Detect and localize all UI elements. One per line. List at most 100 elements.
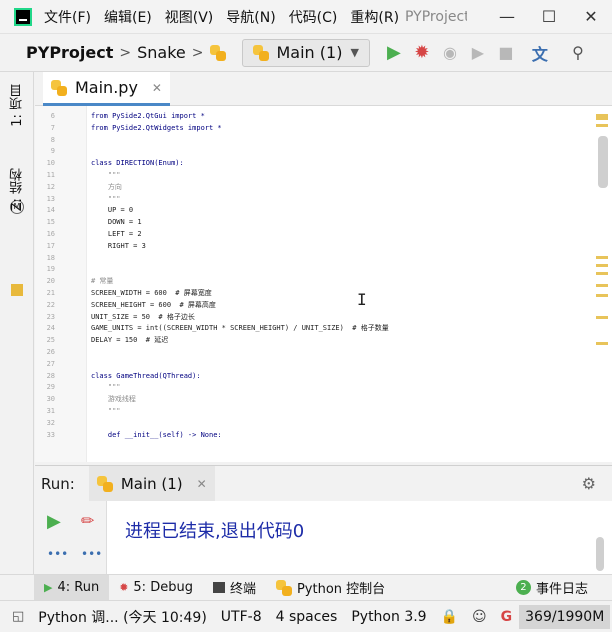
minimize-button[interactable]: — xyxy=(486,0,528,34)
menu-edit[interactable]: 编辑(E) xyxy=(104,7,152,27)
code-text[interactable]: """ xyxy=(91,381,121,393)
code-line[interactable]: 19 xyxy=(35,263,575,275)
terminal-tool-tab[interactable]: 终端 xyxy=(203,575,266,601)
profile-button[interactable]: ▶ xyxy=(464,39,492,67)
more-options-icon[interactable]: ••• xyxy=(47,547,68,561)
code-line[interactable]: 10 class DIRECTION(Enum): xyxy=(35,157,575,169)
warning-marker[interactable] xyxy=(596,264,608,267)
editor-tab-main[interactable]: Main.py ✕ xyxy=(43,72,170,106)
code-line[interactable]: 11 """ xyxy=(35,169,575,181)
warning-marker[interactable] xyxy=(596,342,608,345)
code-line[interactable]: 16 LEFT = 2 xyxy=(35,228,575,240)
stop-button[interactable]: ■ xyxy=(492,39,520,67)
debug-tool-tab[interactable]: ✹ 5: Debug xyxy=(109,575,203,601)
code-line[interactable]: 25 DELAY = 150 # 延迟 xyxy=(35,334,575,346)
more-options-icon[interactable]: ••• xyxy=(81,547,102,561)
maximize-button[interactable]: ☐ xyxy=(528,0,570,34)
run-with-coverage-button[interactable]: ◉ xyxy=(436,39,464,67)
breadcrumb-project[interactable]: PYProject xyxy=(26,43,113,62)
code-line[interactable]: 30 游戏线程 xyxy=(35,393,575,405)
code-line[interactable]: 29 """ xyxy=(35,381,575,393)
event-log-tool-tab[interactable]: 2 事件日志 xyxy=(506,575,598,601)
code-text[interactable]: SCREEN_WIDTH = 600 # 屏幕宽度 xyxy=(91,287,212,299)
python-console-tool-tab[interactable]: Python 控制台 xyxy=(266,575,395,601)
translate-button[interactable]: 文 xyxy=(526,39,554,67)
code-text[interactable]: 方向 xyxy=(91,181,122,193)
indent-indicator[interactable]: 4 spaces xyxy=(269,609,345,625)
code-line[interactable]: 9 xyxy=(35,145,575,157)
code-line[interactable]: 17 RIGHT = 3 xyxy=(35,240,575,252)
inspector-icon[interactable]: ☺ xyxy=(465,609,494,625)
run-tab-close-icon[interactable]: ✕ xyxy=(197,477,207,491)
code-text[interactable]: GAME_UNITS = int((SCREEN_WIDTH * SCREEN_… xyxy=(91,322,389,334)
settings-gear-icon[interactable]: ⚙ xyxy=(582,474,596,493)
close-button[interactable]: ✕ xyxy=(570,0,612,34)
code-line[interactable]: 18 xyxy=(35,252,575,264)
structure-tool-tab[interactable]: Z: 结构 xyxy=(8,168,27,211)
code-text[interactable]: UNIT_SIZE = 50 # 格子边长 xyxy=(91,311,195,323)
code-text[interactable]: LEFT = 2 xyxy=(91,228,142,240)
warning-marker[interactable] xyxy=(596,256,608,259)
interpreter-indicator[interactable]: Python 3.9 xyxy=(344,609,433,625)
status-message[interactable]: Python 调... (今天 10:49) xyxy=(31,607,214,627)
memory-indicator[interactable]: 369/1990M xyxy=(519,604,611,629)
code-text[interactable]: class GameThread(QThread): xyxy=(91,370,201,382)
menu-view[interactable]: 视图(V) xyxy=(165,7,214,27)
menu-code[interactable]: 代码(C) xyxy=(289,7,338,27)
breadcrumb-folder[interactable]: Snake xyxy=(137,43,186,62)
code-line[interactable]: 8 xyxy=(35,134,575,146)
code-text[interactable]: """ xyxy=(91,169,121,181)
code-line[interactable]: 21 SCREEN_WIDTH = 600 # 屏幕宽度 xyxy=(35,287,575,299)
run-config-selector[interactable]: Main (1) ▼ xyxy=(241,38,370,67)
code-line[interactable]: 31 """ xyxy=(35,405,575,417)
warning-marker[interactable] xyxy=(596,114,608,120)
code-line[interactable]: 15 DOWN = 1 xyxy=(35,216,575,228)
code-text[interactable]: class DIRECTION(Enum): xyxy=(91,157,184,169)
project-tool-tab[interactable]: 1: 项目 xyxy=(8,84,27,127)
code-line[interactable]: 24 GAME_UNITS = int((SCREEN_WIDTH * SCREE… xyxy=(35,322,575,334)
code-line[interactable]: 7 from PySide2.QtWidgets import * xyxy=(35,122,575,134)
warning-marker[interactable] xyxy=(596,316,608,319)
error-stripe[interactable] xyxy=(590,106,612,462)
code-text[interactable]: 游戏线程 xyxy=(91,393,136,405)
debug-button[interactable]: ✹ xyxy=(408,39,436,67)
menu-refactor[interactable]: 重构(R) xyxy=(350,7,399,27)
code-text[interactable]: UP = 0 xyxy=(91,204,133,216)
tab-close-icon[interactable]: ✕ xyxy=(152,81,162,95)
run-tool-tab[interactable]: ▶ 4: Run xyxy=(34,574,110,601)
run-scrollbar[interactable] xyxy=(596,537,604,571)
code-text[interactable]: DELAY = 150 # 延迟 xyxy=(91,334,168,346)
code-text[interactable]: # 常量 xyxy=(91,275,113,287)
run-tab-main[interactable]: Main (1) ✕ xyxy=(88,465,215,502)
python-file-icon[interactable] xyxy=(209,44,226,61)
code-text[interactable]: """ xyxy=(91,193,121,205)
warning-marker[interactable] xyxy=(596,294,608,297)
search-everywhere-button[interactable]: ⚲ xyxy=(564,39,592,67)
menu-navigate[interactable]: 导航(N) xyxy=(226,7,275,27)
code-line[interactable]: 33 def __init__(self) -> None: xyxy=(35,429,575,441)
run-button[interactable]: ▶ xyxy=(380,39,408,67)
code-text[interactable]: RIGHT = 3 xyxy=(91,240,146,252)
code-line[interactable]: 6 from PySide2.QtGui import * xyxy=(35,110,575,122)
clear-output-icon[interactable]: ✏ xyxy=(81,511,94,530)
code-line[interactable]: 12 方向 xyxy=(35,181,575,193)
warning-marker[interactable] xyxy=(596,272,608,275)
code-line[interactable]: 20 # 常量 xyxy=(35,275,575,287)
browser-icon[interactable]: G xyxy=(494,609,520,625)
code-line[interactable]: 13 """ xyxy=(35,193,575,205)
code-text[interactable]: def __init__(self) -> None: xyxy=(91,429,222,441)
warning-marker[interactable] xyxy=(596,124,608,127)
code-text[interactable]: """ xyxy=(91,405,121,417)
code-line[interactable]: 26 xyxy=(35,346,575,358)
editor-scrollbar[interactable] xyxy=(598,136,608,188)
warning-marker[interactable] xyxy=(596,284,608,287)
menu-file[interactable]: 文件(F) xyxy=(44,7,91,27)
rerun-play-icon[interactable]: ▶ xyxy=(47,511,61,532)
code-line[interactable]: 27 xyxy=(35,358,575,370)
code-text[interactable]: from PySide2.QtGui import * xyxy=(91,110,205,122)
code-line[interactable]: 22 SCREEN_HEIGHT = 600 # 屏幕高度 xyxy=(35,299,575,311)
code-text[interactable]: from PySide2.QtWidgets import * xyxy=(91,122,222,134)
code-line[interactable]: 14 UP = 0 xyxy=(35,204,575,216)
code-text[interactable]: SCREEN_HEIGHT = 600 # 屏幕高度 xyxy=(91,299,216,311)
code-editor[interactable]: 6 from PySide2.QtGui import * 7 from PySide… xyxy=(35,106,612,462)
